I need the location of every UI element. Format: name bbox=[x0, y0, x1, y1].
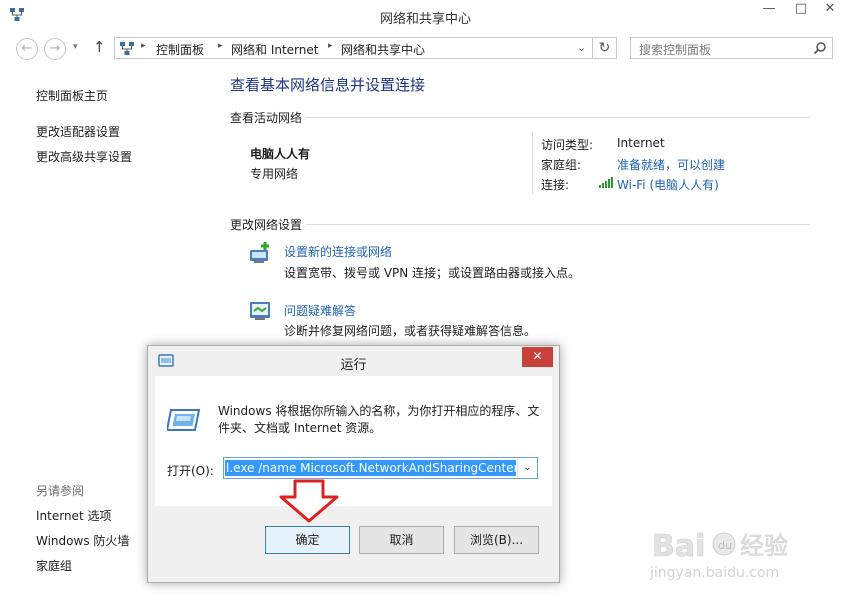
minimize-button[interactable]: — bbox=[755, 0, 783, 20]
recent-locations-dropdown[interactable]: ▾ bbox=[73, 42, 78, 52]
search-input[interactable]: 搜索控制面板 bbox=[630, 37, 833, 59]
search-placeholder: 搜索控制面板 bbox=[639, 43, 712, 57]
window-title: 网络和共享中心 bbox=[379, 12, 471, 27]
watermark-url: jingyan.baidu.com bbox=[650, 565, 780, 581]
forward-button[interactable]: → bbox=[44, 38, 66, 60]
refresh-button[interactable]: ↻ bbox=[593, 37, 617, 59]
troubleshoot-desc: 诊断并修复网络问题，或者获得疑难解答信息。 bbox=[284, 324, 537, 338]
access-type-value: Internet bbox=[617, 136, 665, 150]
run-dialog-body: Windows 将根据你所输入的名称，为你打开相应的程序、文件夹、文档或 Int… bbox=[155, 376, 552, 506]
address-dropdown-icon[interactable]: ⌄ bbox=[577, 41, 586, 54]
network-name: 电脑人人有 bbox=[250, 147, 311, 161]
ok-button[interactable]: 确定 bbox=[265, 526, 350, 554]
run-dialog: 运行 ✕ Windows 将根据你所输入的名称，为你打开相应的程序、文件夹、文档… bbox=[147, 345, 560, 583]
breadcrumb-network-internet[interactable]: 网络和 Internet bbox=[231, 41, 318, 58]
change-settings-heading: 更改网络设置 bbox=[230, 218, 303, 232]
svg-text:du: du bbox=[718, 539, 732, 552]
open-command-input[interactable]: l.exe /name Microsoft.NetworkAndSharingC… bbox=[223, 457, 538, 479]
breadcrumb-separator[interactable]: ▸ bbox=[218, 41, 223, 51]
connection-label: 连接: bbox=[541, 178, 570, 192]
up-button[interactable]: ↑ bbox=[93, 38, 106, 56]
breadcrumb-separator[interactable]: ▸ bbox=[328, 41, 333, 51]
back-button[interactable]: ← bbox=[16, 38, 38, 60]
see-also-heading: 另请参阅 bbox=[36, 484, 85, 498]
setup-connection-desc: 设置宽带、拨号或 VPN 连接；或设置路由器或接入点。 bbox=[284, 266, 581, 280]
setup-connection-link[interactable]: 设置新的连接或网络 bbox=[284, 243, 392, 260]
search-icon[interactable] bbox=[813, 41, 827, 55]
close-button[interactable]: ✕ bbox=[809, 0, 851, 20]
control-panel-icon bbox=[120, 42, 134, 55]
divider bbox=[532, 132, 533, 194]
breadcrumb-control-panel[interactable]: 控制面板 bbox=[156, 41, 204, 58]
breadcrumb-separator[interactable]: ▸ bbox=[141, 41, 146, 51]
homegroup-label: 家庭组: bbox=[541, 158, 582, 172]
see-also-windows-firewall[interactable]: Windows 防火墙 bbox=[36, 532, 129, 549]
red-down-arrow-annotation bbox=[279, 479, 339, 523]
address-bar[interactable]: ▸ 控制面板 ▸ 网络和 Internet ▸ 网络和共享中心 ⌄ bbox=[114, 37, 593, 59]
troubleshoot-icon bbox=[250, 302, 270, 320]
svg-text:经验: 经验 bbox=[740, 532, 788, 560]
sidebar-item-adapter-settings[interactable]: 更改适配器设置 bbox=[36, 123, 120, 140]
title-bar: 网络和共享中心 — □ ✕ bbox=[0, 0, 851, 32]
run-dialog-description: Windows 将根据你所输入的名称，为你打开相应的程序、文件夹、文档或 Int… bbox=[218, 404, 540, 435]
run-dialog-title: 运行 bbox=[340, 358, 367, 373]
troubleshoot-link[interactable]: 问题疑难解答 bbox=[284, 302, 356, 319]
see-also-internet-options[interactable]: Internet 选项 bbox=[36, 507, 111, 524]
homegroup-link[interactable]: 准备就绪，可以创建 bbox=[617, 156, 725, 173]
new-connection-icon bbox=[250, 242, 269, 263]
divider bbox=[306, 117, 810, 118]
wifi-signal-icon bbox=[599, 177, 613, 188]
browse-button[interactable]: 浏览(B)... bbox=[454, 526, 539, 554]
open-history-dropdown-icon[interactable]: ⌄ bbox=[517, 458, 537, 478]
access-type-label: 访问类型: bbox=[541, 138, 594, 152]
run-dialog-close-button[interactable]: ✕ bbox=[522, 347, 553, 367]
open-command-value[interactable]: l.exe /name Microsoft.NetworkAndSharingC… bbox=[225, 460, 516, 476]
sidebar-home-link[interactable]: 控制面板主页 bbox=[36, 87, 108, 104]
active-networks-heading: 查看活动网络 bbox=[230, 111, 303, 125]
run-program-icon bbox=[167, 409, 201, 431]
breadcrumb-sharing-center[interactable]: 网络和共享中心 bbox=[341, 41, 425, 58]
network-type: 专用网络 bbox=[250, 167, 299, 181]
see-also-homegroup[interactable]: 家庭组 bbox=[36, 557, 72, 574]
page-title: 查看基本网络信息并设置连接 bbox=[230, 76, 426, 94]
run-dialog-title-bar[interactable]: 运行 ✕ bbox=[148, 346, 559, 376]
divider bbox=[306, 224, 810, 225]
cancel-button[interactable]: 取消 bbox=[359, 526, 444, 554]
sidebar-item-advanced-sharing[interactable]: 更改高级共享设置 bbox=[36, 148, 132, 165]
wifi-connection-label[interactable]: Wi-Fi (电脑人人有) bbox=[617, 176, 719, 193]
svg-text:Bai: Bai bbox=[652, 529, 705, 564]
open-label: 打开(O): bbox=[167, 464, 214, 478]
